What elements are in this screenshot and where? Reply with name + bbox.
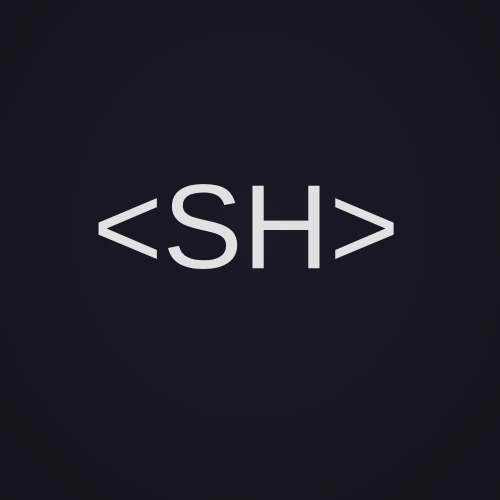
logo-text: <SH> — [93, 160, 400, 294]
sh-logo-mark: <SH> — [93, 160, 400, 294]
logo: <SH> — [0, 0, 500, 500]
